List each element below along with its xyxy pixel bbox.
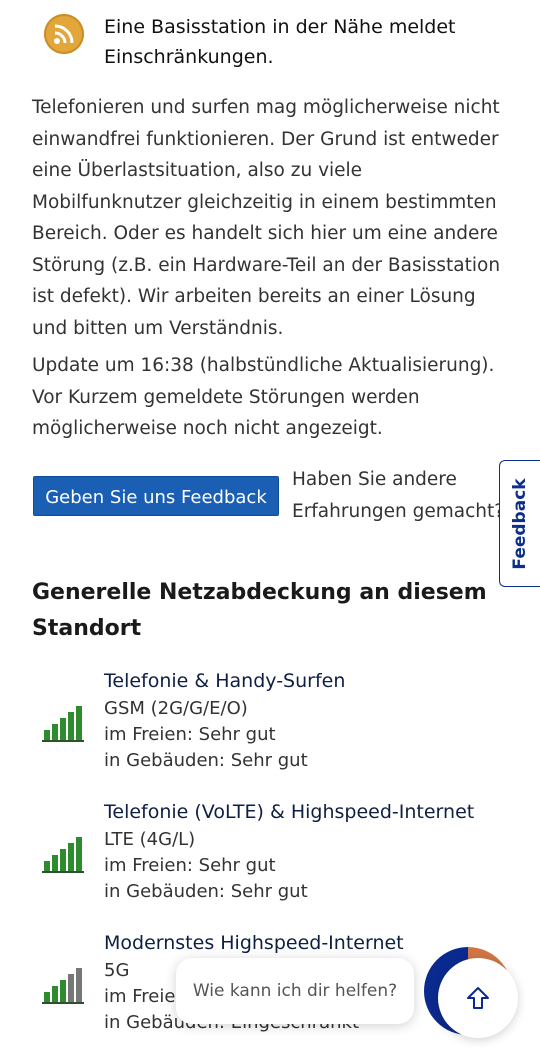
chat-prompt-bubble[interactable]: Wie kann ich dir helfen? — [176, 958, 414, 1024]
signal-bar-inactive — [68, 974, 74, 1002]
feedback-row: Geben Sie uns Feedback Haben Sie andere … — [33, 462, 504, 528]
signal-baseline — [42, 871, 84, 873]
signal-baseline — [42, 740, 84, 742]
signal-bar-active — [68, 843, 74, 871]
signal-bar-active — [76, 837, 82, 871]
signal-bar-inactive — [76, 968, 82, 1002]
coverage-item-gsm: Telefonie & Handy-Surfen GSM (2G/G/E/O) … — [42, 666, 512, 786]
coverage-item-title: Telefonie & Handy-Surfen — [104, 670, 346, 692]
chat-open-button[interactable] — [438, 958, 518, 1038]
signal-bar-active — [60, 849, 66, 871]
outage-description: Telefonieren und surfen mag möglicherwei… — [32, 97, 501, 339]
signal-baseline — [42, 1002, 84, 1004]
coverage-heading: Generelle Netzabdeckung an diesem Stando… — [32, 580, 487, 641]
coverage-item-outdoor: im Freien: Sehr gut — [104, 724, 276, 745]
signal-bar-active — [44, 861, 50, 871]
signal-bar-active — [60, 718, 66, 740]
coverage-item-tech: LTE (4G/L) — [104, 829, 196, 850]
feedback-button[interactable]: Geben Sie uns Feedback — [33, 476, 279, 516]
signal-bar-active — [76, 706, 82, 740]
coverage-item-indoor: in Gebäuden: Sehr gut — [104, 750, 308, 771]
coverage-item-title: Telefonie (VoLTE) & Highspeed-Internet — [104, 801, 475, 823]
signal-bar-active — [60, 980, 66, 1002]
update-note: Update um 16:38 (halbstündliche Aktualis… — [32, 355, 495, 439]
coverage-item-tech: GSM (2G/G/E/O) — [104, 698, 248, 719]
rss-warning-icon — [44, 14, 84, 54]
alert-title: Eine Basisstation in der Nähe meldet Ein… — [104, 16, 456, 68]
feedback-side-tab[interactable]: Feedback — [499, 460, 540, 587]
coverage-item-title: Modernstes Highspeed-Internet — [104, 932, 404, 954]
signal-bar-active — [44, 992, 50, 1002]
coverage-item-outdoor: im Freien: Sehr gut — [104, 855, 276, 876]
feedback-side-tab-label: Feedback — [510, 477, 530, 570]
signal-bar-active — [68, 712, 74, 740]
signal-bar-active — [52, 855, 58, 871]
signal-bar-active — [44, 730, 50, 740]
signal-strength-icon — [42, 968, 84, 1004]
arrow-up-icon — [467, 987, 489, 1009]
coverage-item-lte: Telefonie (VoLTE) & Highspeed-Internet L… — [42, 797, 512, 917]
signal-strength-icon — [42, 837, 84, 873]
feedback-note: Haben Sie andere Erfahrungen gemacht? — [292, 469, 505, 522]
signal-bar-active — [52, 724, 58, 740]
coverage-item-indoor: in Gebäuden: Sehr gut — [104, 881, 308, 902]
signal-strength-icon — [42, 706, 84, 742]
signal-bar-active — [52, 986, 58, 1002]
